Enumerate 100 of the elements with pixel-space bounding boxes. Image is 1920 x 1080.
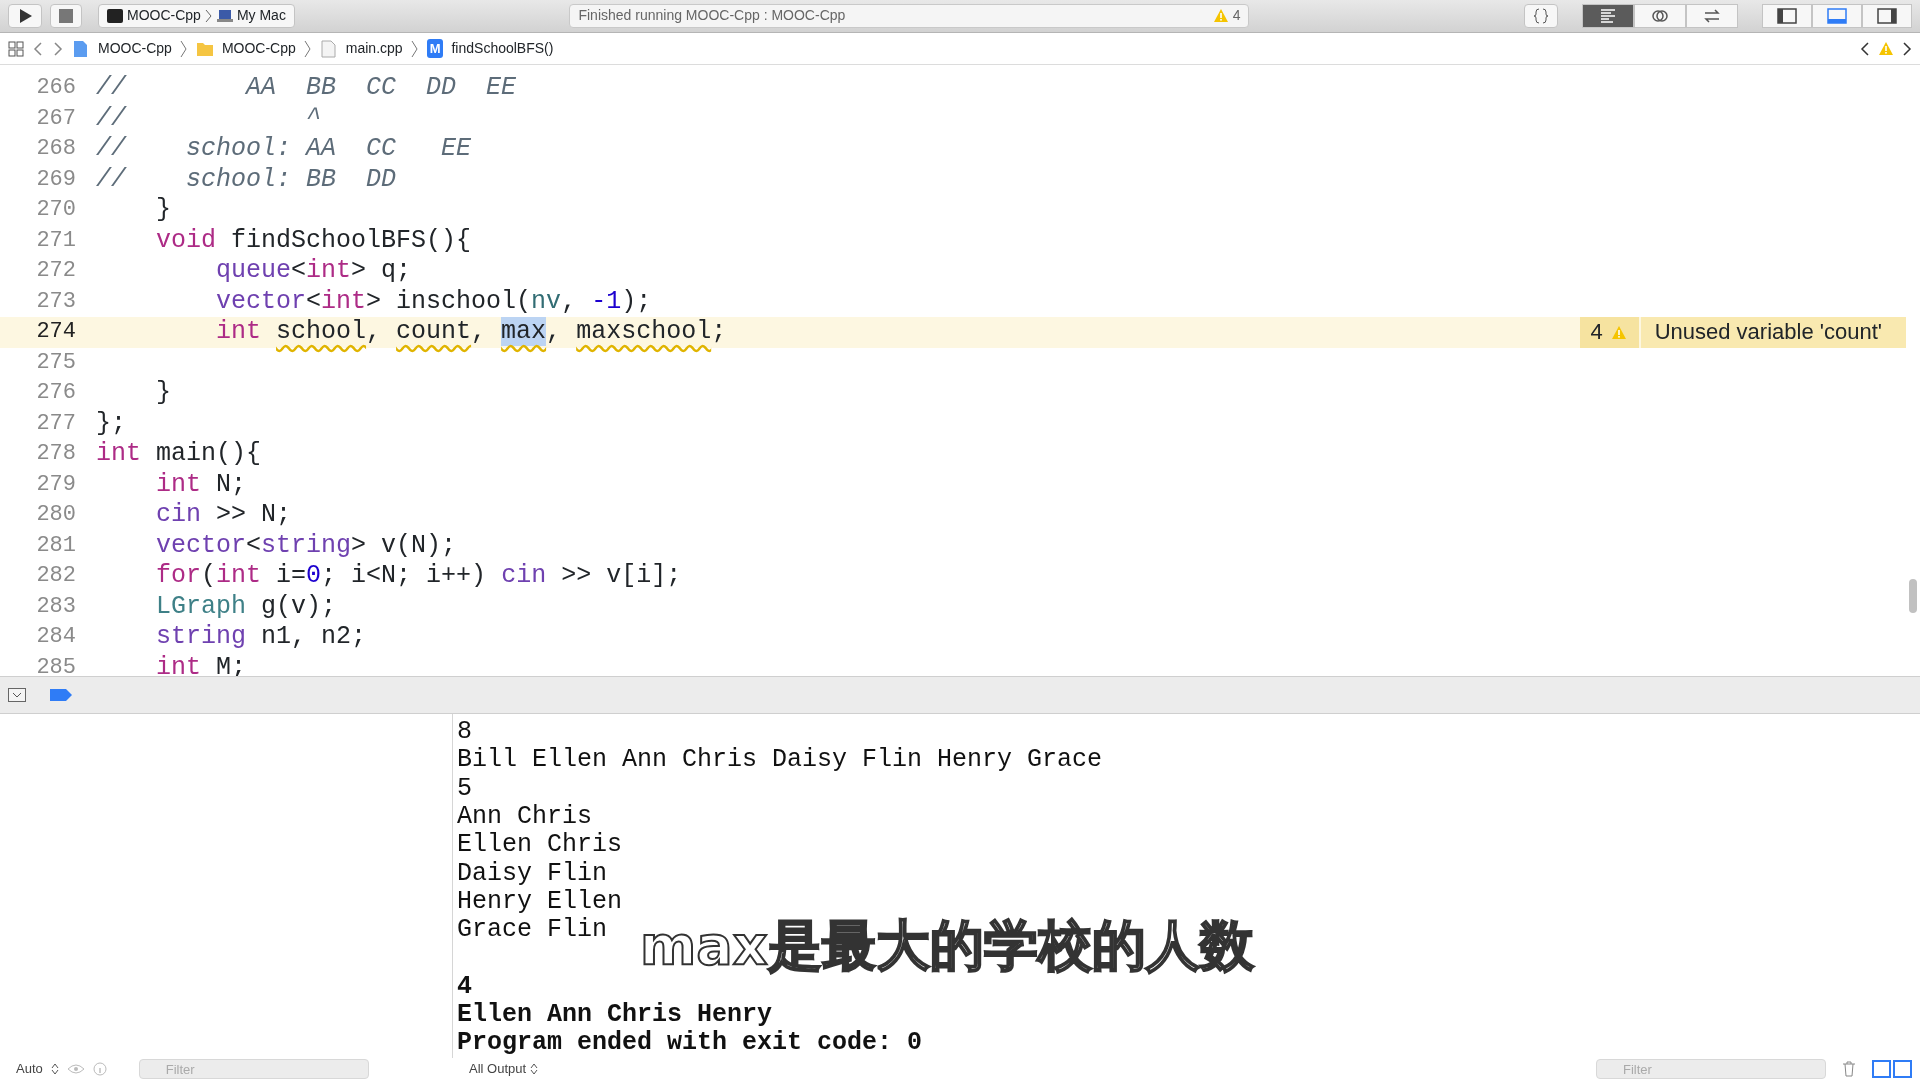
code-line: int N; — [155, 469, 247, 499]
previous-issue-icon[interactable] — [1860, 40, 1870, 57]
line-number: 275 — [35, 348, 77, 377]
utilities-panel-icon — [1877, 7, 1897, 24]
line-number: 266 — [35, 74, 77, 103]
line-number: 267 — [35, 104, 77, 133]
console-line: Ann Chris — [457, 803, 594, 832]
code-line: vector<int> inschool(nv, -1); — [215, 286, 652, 316]
code-line: // AA BB CC DD EE — [96, 73, 517, 103]
chevron-icon — [410, 39, 419, 58]
line-number: 284 — [35, 623, 77, 652]
chevron-icon — [204, 8, 213, 23]
run-button[interactable] — [8, 3, 42, 28]
standard-editor-icon — [1599, 6, 1617, 25]
hide-panel-icon[interactable] — [8, 688, 26, 703]
back-icon[interactable] — [32, 40, 44, 57]
code-line: for(int i=0; i<N; i++) cin >> v[i]; — [155, 561, 682, 591]
code-line: } — [155, 195, 171, 225]
warning-icon — [1610, 324, 1629, 341]
issue-message[interactable]: Unused variable 'count' — [1640, 317, 1906, 348]
breadcrumb-item[interactable]: M findSchoolBFS() — [426, 38, 554, 60]
line-number: 278 — [35, 440, 77, 469]
console-line: 5 — [457, 774, 473, 804]
editor-mode-button[interactable] — [1686, 3, 1738, 28]
filter-field[interactable]: Filter — [138, 1059, 369, 1080]
file-icon — [319, 39, 338, 58]
breakpoint-icon[interactable] — [50, 689, 72, 702]
warning-icon — [1212, 8, 1229, 24]
play-icon — [17, 7, 33, 24]
code-line: // school: AA CC EE — [96, 134, 472, 164]
panel-toggle-button[interactable] — [1762, 3, 1812, 28]
code-line: // school: BB DD — [96, 164, 397, 194]
editor-mode-button[interactable] — [1582, 3, 1634, 28]
panel-toggle-button[interactable] — [1812, 3, 1862, 28]
line-number: 268 — [35, 135, 77, 164]
scheme-selector[interactable]: MOOC-Cpp My Mac — [98, 3, 295, 28]
warning-count: 4 — [1232, 6, 1241, 26]
scheme-name: MOOC-Cpp — [127, 6, 201, 26]
braces-button[interactable] — [1524, 3, 1558, 28]
chevron-icon — [179, 39, 188, 58]
console-line: 4 — [457, 972, 473, 1002]
console-line: Henry Ellen — [457, 887, 624, 917]
code-line: int school, count, max, maxschool; — [215, 317, 727, 347]
terminal-icon — [107, 8, 123, 23]
editor-mode-button[interactable] — [1634, 3, 1686, 28]
debug-panel-icon — [1827, 7, 1847, 24]
code-line: }; — [96, 408, 126, 438]
line-number: 279 — [35, 470, 77, 499]
updown-icon[interactable] — [50, 1063, 59, 1076]
code-line: LGraph g(v); — [155, 591, 337, 621]
line-number: 269 — [35, 165, 77, 194]
console-line: 8 — [457, 718, 473, 747]
line-number: 273 — [35, 287, 77, 316]
line-number: 283 — [35, 592, 77, 621]
console-line: Ellen Chris — [457, 831, 624, 860]
line-number: 285 — [35, 653, 77, 682]
line-number: 281 — [35, 531, 77, 560]
next-issue-icon[interactable] — [1902, 40, 1912, 57]
line-number: 272 — [35, 257, 77, 286]
grid-icon[interactable] — [8, 40, 24, 57]
version-editor-icon — [1703, 6, 1721, 25]
stop-icon — [59, 8, 73, 23]
forward-icon[interactable] — [52, 40, 64, 57]
filter-field[interactable]: Filter — [1596, 1059, 1826, 1080]
issue-count[interactable]: 4 — [1580, 317, 1639, 348]
line-number: 282 — [35, 562, 77, 591]
stop-button[interactable] — [50, 3, 82, 28]
code-line: int M; — [155, 652, 247, 682]
subtitle: max是最大的学校的人数 — [640, 913, 1254, 979]
code-line: // ^ — [96, 103, 322, 133]
code-line: queue<int> q; — [215, 256, 412, 286]
line-number: 271 — [35, 226, 77, 255]
updown-icon[interactable] — [530, 1063, 539, 1076]
document-icon — [72, 39, 90, 58]
breadcrumb-item[interactable]: MOOC-Cpp — [72, 38, 172, 60]
scroll-thumb[interactable] — [1909, 579, 1917, 614]
laptop-icon — [216, 9, 233, 22]
split-view-icon[interactable] — [1872, 1060, 1912, 1079]
console-line: Program ended with exit code: 0 — [457, 1029, 924, 1058]
braces-icon — [1533, 7, 1549, 24]
code-line: string n1, n2; — [155, 622, 367, 652]
breadcrumb-item[interactable]: MOOC-Cpp — [195, 38, 296, 60]
chevron-icon — [303, 39, 312, 58]
code-line: void findSchoolBFS(){ — [155, 225, 472, 255]
line-number: 276 — [35, 379, 77, 408]
code-line: int main(){ — [96, 439, 262, 469]
line-number: 270 — [35, 196, 77, 225]
console-line: Ellen Ann Chris Henry — [457, 1001, 774, 1030]
panel-toggle-button[interactable] — [1862, 3, 1912, 28]
console-line: Daisy Flin — [457, 859, 609, 888]
code-line: } — [155, 378, 171, 408]
navigator-panel-icon — [1777, 7, 1797, 24]
trash-icon[interactable] — [1842, 1061, 1856, 1078]
destination-name: My Mac — [236, 6, 286, 26]
scope-selector[interactable]: Auto — [16, 1059, 43, 1079]
breadcrumb-item[interactable]: main.cpp — [319, 38, 403, 60]
method-badge: M — [426, 38, 444, 59]
output-selector[interactable]: All Output — [469, 1059, 527, 1079]
line-number: 277 — [35, 409, 77, 438]
code-line: cin >> N; — [155, 500, 292, 530]
